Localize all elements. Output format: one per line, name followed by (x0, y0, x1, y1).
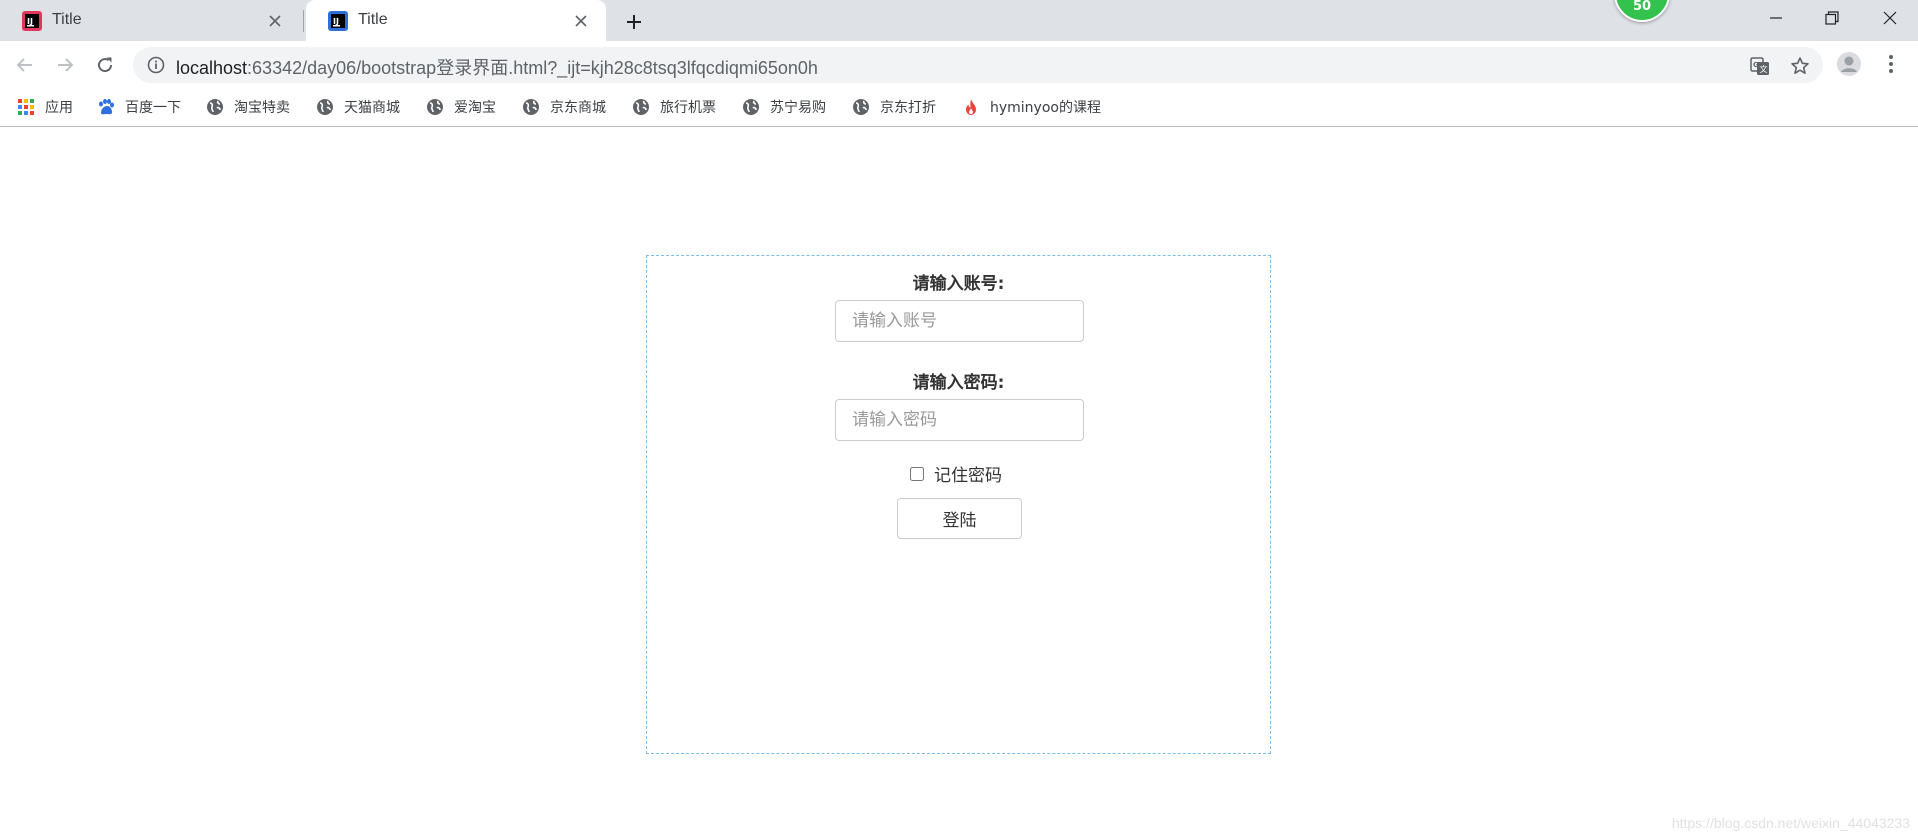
globe-icon (632, 98, 650, 116)
globe-icon (522, 98, 540, 116)
bookmark-label: 天猫商城 (344, 100, 400, 116)
baidu-paw-icon (97, 98, 115, 116)
globe-icon (742, 98, 760, 116)
flame-icon (962, 98, 980, 116)
bookmark-label: 旅行机票 (660, 100, 716, 116)
tab-active[interactable]: IJ Title (306, 0, 606, 41)
bookmark-ai-taobao[interactable]: 爱淘宝 (426, 96, 496, 118)
globe-icon (316, 98, 334, 116)
account-label: 请输入账号: (912, 274, 1005, 294)
bookmark-taobao-sale[interactable]: 淘宝特卖 (206, 96, 290, 118)
bookmark-star-icon[interactable] (1790, 56, 1810, 76)
bookmark-hyminyoo-course[interactable]: hyminyoo的课程 (962, 96, 1101, 118)
tab-title: Title (358, 11, 388, 28)
bookmark-label: 淘宝特卖 (234, 100, 290, 116)
svg-text:G: G (1753, 61, 1759, 69)
bookmark-label: 百度一下 (125, 100, 181, 116)
login-form: 请输入账号: 请输入密码: 记住密码 登陆 (646, 255, 1271, 754)
svg-text:IJ: IJ (333, 17, 339, 26)
tab-separator (303, 10, 304, 32)
bookmark-label: 爱淘宝 (454, 100, 496, 116)
globe-icon (852, 98, 870, 116)
browser-toolbar: localhost:63342/day06/bootstrap登录界面.html… (0, 41, 1918, 88)
remember-label: 记住密码 (934, 466, 1002, 486)
profile-avatar-icon[interactable] (1836, 51, 1862, 77)
minimize-button[interactable] (1748, 0, 1804, 36)
browser-menu-icon[interactable] (1878, 51, 1904, 77)
account-input[interactable] (835, 300, 1084, 342)
bookmark-jd-discount[interactable]: 京东打折 (852, 96, 936, 118)
remember-password[interactable]: 记住密码 (910, 461, 1002, 486)
globe-icon (426, 98, 444, 116)
bookmark-jd[interactable]: 京东商城 (522, 96, 606, 118)
forward-button[interactable] (48, 48, 82, 82)
intellij-favicon-icon: IJ (22, 11, 42, 31)
tab-title: Title (52, 11, 82, 28)
password-label: 请输入密码: (912, 373, 1005, 393)
close-tab-icon[interactable] (264, 10, 286, 32)
new-tab-button[interactable] (620, 8, 648, 36)
url-text[interactable]: localhost:63342/day06/bootstrap登录界面.html… (176, 54, 818, 80)
url-host: localhost (176, 58, 248, 78)
translate-icon[interactable]: 文G (1750, 56, 1770, 76)
close-tab-icon[interactable] (570, 10, 592, 32)
svg-text:IJ: IJ (27, 17, 33, 26)
bookmark-label: 京东商城 (550, 100, 606, 116)
tab-strip: IJ Title IJ Title 50 (0, 0, 1918, 41)
bookmark-label: hyminyoo的课程 (990, 100, 1101, 116)
url-path: :63342/day06/bootstrap登录界面.html?_ijt=kjh… (247, 58, 818, 78)
bookmark-label: 苏宁易购 (770, 100, 826, 116)
bookmarks-bar: 应用 百度一下 淘宝特卖 天猫商城 爱淘宝 京东商城 旅行机票 苏宁易购 京东打… (0, 88, 1918, 127)
restore-button[interactable] (1804, 0, 1860, 36)
address-bar[interactable]: localhost:63342/day06/bootstrap登录界面.html… (133, 47, 1823, 83)
remember-checkbox[interactable] (910, 466, 924, 481)
watermark: https://blog.csdn.net/weixin_44043233 (1671, 815, 1910, 831)
apps-grid-icon (17, 98, 35, 116)
back-button[interactable] (8, 48, 42, 82)
bookmark-baidu[interactable]: 百度一下 (97, 96, 181, 118)
login-button[interactable]: 登陆 (897, 498, 1022, 539)
globe-icon (206, 98, 224, 116)
reload-button[interactable] (88, 48, 122, 82)
extension-badge[interactable]: 50 (1614, 0, 1670, 22)
bookmark-travel[interactable]: 旅行机票 (632, 96, 716, 118)
site-info-icon[interactable] (147, 56, 165, 74)
bookmark-label: 应用 (45, 100, 73, 116)
close-window-button[interactable] (1862, 0, 1918, 36)
svg-text:文: 文 (1760, 64, 1768, 74)
bookmark-apps[interactable]: 应用 (17, 96, 73, 118)
intellij-favicon-icon: IJ (328, 11, 348, 31)
bookmark-label: 京东打折 (880, 100, 936, 116)
bookmark-suning[interactable]: 苏宁易购 (742, 96, 826, 118)
password-input[interactable] (835, 399, 1084, 441)
bookmark-tmall[interactable]: 天猫商城 (316, 96, 400, 118)
tab-inactive[interactable]: IJ Title (0, 0, 300, 41)
